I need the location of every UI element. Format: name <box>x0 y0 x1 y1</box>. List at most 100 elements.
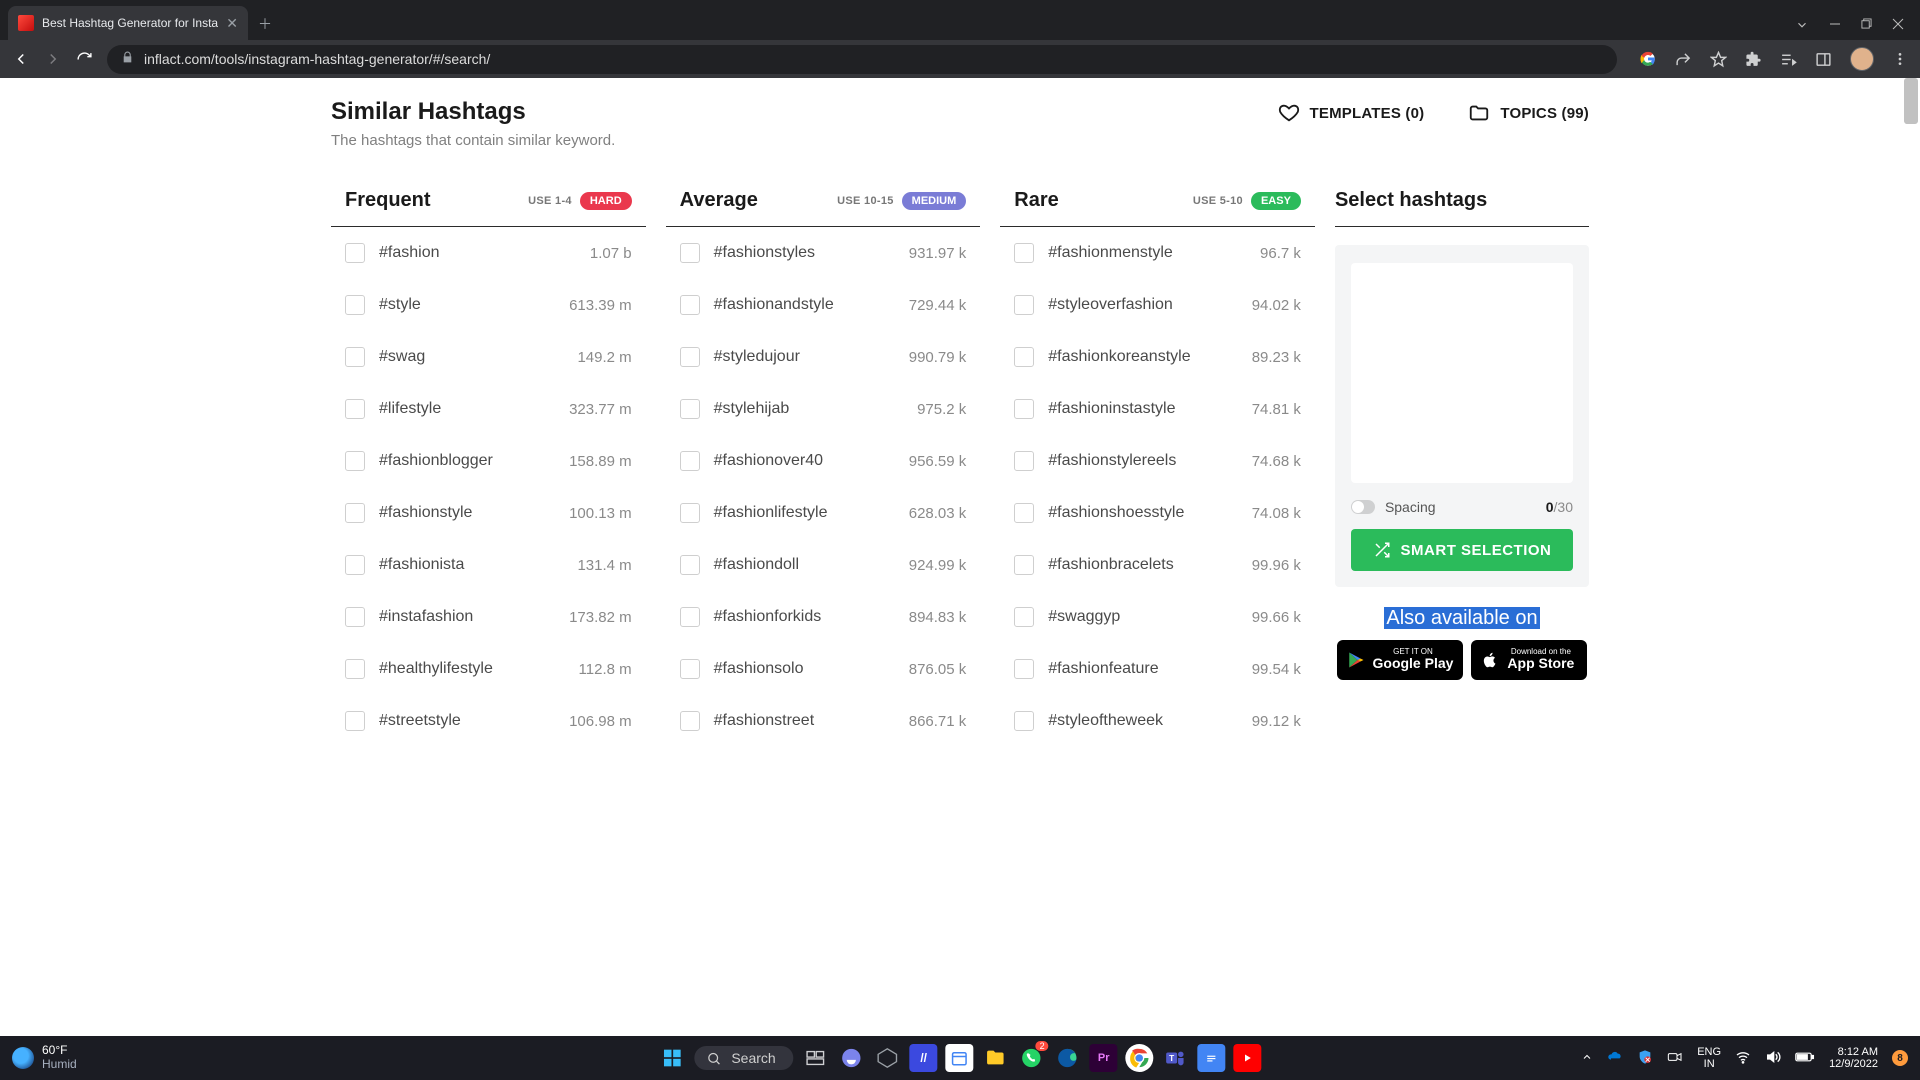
hashtag-row[interactable]: #fashionstylereels74.68 k <box>1000 435 1315 487</box>
google-play-button[interactable]: GET IT ONGoogle Play <box>1337 640 1464 680</box>
app-icon-1[interactable] <box>874 1044 902 1072</box>
reload-button[interactable] <box>76 51 93 68</box>
hashtag-row[interactable]: #fashionista131.4 m <box>331 539 646 591</box>
hashtag-row[interactable]: #fashionlifestyle628.03 k <box>666 487 981 539</box>
start-button[interactable] <box>658 1044 686 1072</box>
selection-box[interactable] <box>1351 263 1573 483</box>
hashtag-checkbox[interactable] <box>1014 607 1034 627</box>
tray-chevron-icon[interactable] <box>1581 1051 1593 1066</box>
extensions-icon[interactable] <box>1745 51 1762 68</box>
topics-link[interactable]: TOPICS (99) <box>1468 102 1589 124</box>
hashtag-row[interactable]: #fashiondoll924.99 k <box>666 539 981 591</box>
youtube-icon[interactable] <box>1234 1044 1262 1072</box>
profile-avatar[interactable] <box>1850 47 1874 71</box>
edge-icon[interactable] <box>1054 1044 1082 1072</box>
minimize-icon[interactable] <box>1829 18 1841 32</box>
hashtag-row[interactable]: #fashionkoreanstyle89.23 k <box>1000 331 1315 383</box>
hashtag-row[interactable]: #fashioninstastyle74.81 k <box>1000 383 1315 435</box>
hashtag-row[interactable]: #fashion1.07 b <box>331 227 646 279</box>
docs-icon[interactable] <box>1198 1044 1226 1072</box>
app-icon-2[interactable]: // <box>910 1044 938 1072</box>
hashtag-row[interactable]: #fashionfeature99.54 k <box>1000 643 1315 695</box>
hashtag-checkbox[interactable] <box>1014 503 1034 523</box>
hashtag-row[interactable]: #styleoftheweek99.12 k <box>1000 695 1315 747</box>
onedrive-icon[interactable] <box>1607 1049 1623 1068</box>
chrome-icon[interactable] <box>1126 1044 1154 1072</box>
hashtag-row[interactable]: #streetstyle106.98 m <box>331 695 646 747</box>
taskbar-search[interactable]: Search <box>694 1046 793 1070</box>
forward-button[interactable] <box>44 50 62 68</box>
hashtag-checkbox[interactable] <box>1014 451 1034 471</box>
hashtag-row[interactable]: #lifestyle323.77 m <box>331 383 646 435</box>
share-icon[interactable] <box>1675 51 1692 68</box>
hashtag-checkbox[interactable] <box>680 607 700 627</box>
hashtag-row[interactable]: #style613.39 m <box>331 279 646 331</box>
hashtag-checkbox[interactable] <box>345 451 365 471</box>
hashtag-checkbox[interactable] <box>1014 555 1034 575</box>
hashtag-checkbox[interactable] <box>680 451 700 471</box>
clock[interactable]: 8:12 AM12/9/2022 <box>1829 1046 1878 1070</box>
hashtag-checkbox[interactable] <box>345 607 365 627</box>
side-panel-icon[interactable] <box>1815 51 1832 68</box>
calendar-icon[interactable] <box>946 1044 974 1072</box>
hashtag-checkbox[interactable] <box>345 711 365 731</box>
hashtag-checkbox[interactable] <box>680 711 700 731</box>
hashtag-checkbox[interactable] <box>1014 243 1034 263</box>
back-button[interactable] <box>12 50 30 68</box>
hashtag-checkbox[interactable] <box>345 659 365 679</box>
hashtag-row[interactable]: #stylehijab975.2 k <box>666 383 981 435</box>
hashtag-row[interactable]: #styledujour990.79 k <box>666 331 981 383</box>
hashtag-checkbox[interactable] <box>345 347 365 367</box>
maximize-icon[interactable] <box>1861 18 1872 32</box>
hashtag-checkbox[interactable] <box>680 659 700 679</box>
hashtag-row[interactable]: #fashionstyles931.97 k <box>666 227 981 279</box>
security-icon[interactable] <box>1637 1049 1653 1068</box>
hashtag-row[interactable]: #fashionbracelets99.96 k <box>1000 539 1315 591</box>
meet-now-icon[interactable] <box>1667 1049 1683 1068</box>
hashtag-checkbox[interactable] <box>1014 659 1034 679</box>
hashtag-row[interactable]: #healthylifestyle112.8 m <box>331 643 646 695</box>
hashtag-row[interactable]: #swag149.2 m <box>331 331 646 383</box>
task-view-icon[interactable] <box>802 1044 830 1072</box>
bookmark-icon[interactable] <box>1710 51 1727 68</box>
hashtag-checkbox[interactable] <box>1014 711 1034 731</box>
hashtag-row[interactable]: #styleoverfashion94.02 k <box>1000 279 1315 331</box>
chat-icon[interactable] <box>838 1044 866 1072</box>
hashtag-checkbox[interactable] <box>680 347 700 367</box>
hashtag-checkbox[interactable] <box>680 295 700 315</box>
hashtag-checkbox[interactable] <box>1014 347 1034 367</box>
hashtag-row[interactable]: #fashionblogger158.89 m <box>331 435 646 487</box>
tab-dropdown-icon[interactable] <box>1795 18 1809 32</box>
hashtag-checkbox[interactable] <box>1014 399 1034 419</box>
spacing-toggle[interactable] <box>1351 500 1375 514</box>
scrollbar-thumb[interactable] <box>1904 78 1918 124</box>
volume-icon[interactable] <box>1765 1049 1781 1068</box>
hashtag-row[interactable]: #fashionshoesstyle74.08 k <box>1000 487 1315 539</box>
reading-list-icon[interactable] <box>1780 51 1797 68</box>
menu-icon[interactable] <box>1892 51 1908 67</box>
hashtag-checkbox[interactable] <box>680 555 700 575</box>
language-indicator[interactable]: ENGIN <box>1697 1046 1721 1070</box>
close-window-icon[interactable] <box>1892 18 1904 32</box>
hashtag-row[interactable]: #instafashion173.82 m <box>331 591 646 643</box>
new-tab-button[interactable]: ＋ <box>248 8 282 40</box>
hashtag-row[interactable]: #fashionover40956.59 k <box>666 435 981 487</box>
hashtag-checkbox[interactable] <box>680 399 700 419</box>
hashtag-row[interactable]: #fashionstyle100.13 m <box>331 487 646 539</box>
hashtag-checkbox[interactable] <box>345 503 365 523</box>
hashtag-checkbox[interactable] <box>345 243 365 263</box>
hashtag-checkbox[interactable] <box>345 295 365 315</box>
smart-selection-button[interactable]: SMART SELECTION <box>1351 529 1573 571</box>
wifi-icon[interactable] <box>1735 1049 1751 1068</box>
hashtag-row[interactable]: #fashionsolo876.05 k <box>666 643 981 695</box>
hashtag-row[interactable]: #fashionmenstyle96.7 k <box>1000 227 1315 279</box>
battery-icon[interactable] <box>1795 1050 1815 1067</box>
notification-badge[interactable]: 8 <box>1892 1050 1908 1066</box>
premiere-icon[interactable]: Pr <box>1090 1044 1118 1072</box>
hashtag-row[interactable]: #fashionandstyle729.44 k <box>666 279 981 331</box>
teams-icon[interactable]: T <box>1162 1044 1190 1072</box>
weather-widget[interactable]: 60°FHumid <box>12 1044 77 1072</box>
hashtag-checkbox[interactable] <box>680 503 700 523</box>
file-explorer-icon[interactable] <box>982 1044 1010 1072</box>
hashtag-checkbox[interactable] <box>680 243 700 263</box>
